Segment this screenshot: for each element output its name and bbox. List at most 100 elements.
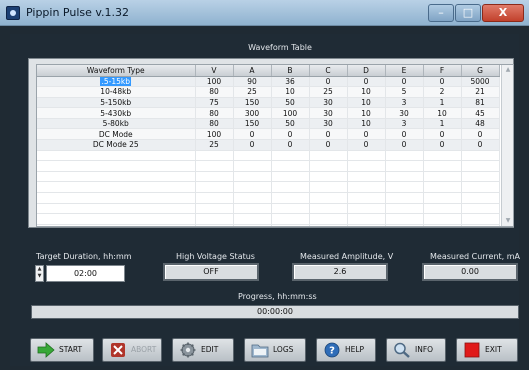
table-cell[interactable] [37, 213, 196, 225]
table-cell[interactable] [309, 181, 348, 194]
table-row[interactable]: 5-430kb 80 300 100 30 10 30 10 45 [37, 107, 500, 119]
table-row[interactable]: 5-150kb 75 150 50 30 10 3 1 81 [37, 97, 500, 109]
table-cell[interactable] [233, 171, 272, 183]
table-cell[interactable] [385, 171, 424, 183]
table-cell[interactable] [423, 203, 462, 215]
start-button[interactable]: START [30, 338, 94, 362]
table-cell[interactable]: 0 [461, 139, 500, 151]
table-cell[interactable] [423, 192, 462, 204]
table-cell[interactable] [271, 160, 310, 172]
table-cell[interactable] [195, 160, 234, 172]
table-cell[interactable] [309, 224, 348, 226]
table-cell[interactable] [461, 171, 500, 183]
close-button[interactable]: X [482, 4, 524, 22]
table-cell[interactable] [37, 192, 196, 204]
table-cell[interactable] [195, 171, 234, 183]
table-cell[interactable]: 25 [195, 139, 234, 151]
empty-table-row[interactable] [37, 160, 500, 172]
table-cell[interactable]: 1 [423, 97, 462, 109]
table-cell[interactable] [347, 192, 386, 204]
table-row[interactable]: 10-48kb 80 25 10 25 10 5 2 21 [37, 86, 500, 98]
table-cell[interactable]: 0 [385, 128, 424, 141]
table-cell[interactable] [271, 150, 310, 162]
logs-button[interactable]: LOGS [244, 338, 306, 362]
table-cell[interactable]: 10 [347, 107, 386, 119]
table-cell[interactable] [195, 203, 234, 215]
table-cell[interactable]: 10 [347, 118, 386, 130]
table-cell[interactable]: 81 [461, 97, 500, 109]
table-cell[interactable] [195, 192, 234, 204]
table-scrollbar[interactable]: ▲ ▼ [501, 65, 513, 226]
duration-spinner[interactable]: ▲ ▼ [35, 265, 44, 282]
scroll-down-icon[interactable]: ▼ [502, 216, 513, 226]
table-cell[interactable]: 3 [385, 97, 424, 109]
table-cell[interactable] [461, 192, 500, 204]
table-cell[interactable]: 2 [423, 86, 462, 98]
table-cell[interactable] [195, 181, 234, 194]
column-header[interactable]: E [385, 65, 424, 77]
empty-table-row[interactable] [37, 181, 500, 194]
empty-table-row[interactable] [37, 192, 500, 204]
table-cell[interactable]: 150 [233, 118, 272, 130]
spin-up-icon[interactable]: ▲ [36, 266, 43, 273]
table-cell[interactable]: 10 [347, 97, 386, 109]
table-cell[interactable] [423, 181, 462, 194]
table-cell[interactable] [423, 213, 462, 225]
table-cell[interactable]: 1 [423, 118, 462, 130]
table-cell[interactable] [271, 171, 310, 183]
table-cell[interactable] [309, 213, 348, 225]
table-cell[interactable]: 0 [233, 128, 272, 141]
table-cell[interactable]: 36 [271, 76, 310, 88]
table-row[interactable]: .5-15kb 100 90 36 0 0 0 0 5000 [37, 76, 500, 88]
table-cell[interactable] [385, 192, 424, 204]
column-header[interactable]: V [195, 65, 234, 77]
table-cell[interactable] [271, 224, 310, 226]
table-cell[interactable] [271, 181, 310, 194]
abort-button[interactable]: ABORT [102, 338, 162, 362]
table-cell[interactable]: 80 [195, 107, 234, 119]
table-cell[interactable] [423, 150, 462, 162]
table-row[interactable]: DC Mode 100 0 0 0 0 0 0 0 [37, 128, 500, 141]
table-cell[interactable]: 0 [385, 139, 424, 151]
table-cell[interactable]: 5-80kb [37, 118, 196, 130]
table-cell[interactable]: 150 [233, 97, 272, 109]
table-cell[interactable]: 30 [309, 107, 348, 119]
table-cell[interactable]: 30 [309, 97, 348, 109]
table-row[interactable]: 5-80kb 80 150 50 30 10 3 1 48 [37, 118, 500, 130]
table-cell[interactable] [233, 213, 272, 225]
table-cell[interactable] [37, 150, 196, 162]
column-header[interactable]: B [271, 65, 310, 77]
table-cell[interactable] [233, 160, 272, 172]
table-cell[interactable]: 300 [233, 107, 272, 119]
table-cell[interactable]: 90 [233, 76, 272, 88]
table-cell[interactable]: 3 [385, 118, 424, 130]
table-cell[interactable]: 5 [385, 86, 424, 98]
column-header[interactable]: A [233, 65, 272, 77]
table-cell[interactable] [385, 150, 424, 162]
table-cell[interactable] [347, 203, 386, 215]
table-cell[interactable] [309, 203, 348, 215]
table-cell[interactable]: 100 [195, 128, 234, 141]
scroll-up-icon[interactable]: ▲ [502, 65, 513, 75]
target-duration-input[interactable]: 02:00 [46, 265, 125, 282]
table-cell[interactable] [461, 160, 500, 172]
table-cell[interactable]: 0 [233, 139, 272, 151]
maximize-button[interactable]: □ [455, 4, 481, 22]
table-cell[interactable] [461, 181, 500, 194]
table-cell[interactable]: 0 [309, 76, 348, 88]
table-cell[interactable]: 100 [195, 76, 234, 88]
spin-down-icon[interactable]: ▼ [36, 273, 43, 280]
table-cell[interactable]: 45 [461, 107, 500, 119]
waveform-table[interactable]: Waveform Type V A B C D E F G .5-15kb 100 90 36 0 0 0 0… [36, 64, 514, 227]
table-row[interactable]: DC Mode 25 25 0 0 0 0 0 0 0 [37, 139, 500, 151]
table-cell[interactable]: 5-150kb [37, 97, 196, 109]
table-cell[interactable] [271, 192, 310, 204]
table-cell[interactable] [461, 213, 500, 225]
table-cell[interactable]: 80 [195, 86, 234, 98]
table-cell[interactable] [233, 192, 272, 204]
table-cell[interactable]: 50 [271, 118, 310, 130]
table-cell[interactable] [309, 192, 348, 204]
table-cell[interactable]: 10 [271, 86, 310, 98]
table-cell[interactable]: 30 [385, 107, 424, 119]
table-cell[interactable]: 21 [461, 86, 500, 98]
